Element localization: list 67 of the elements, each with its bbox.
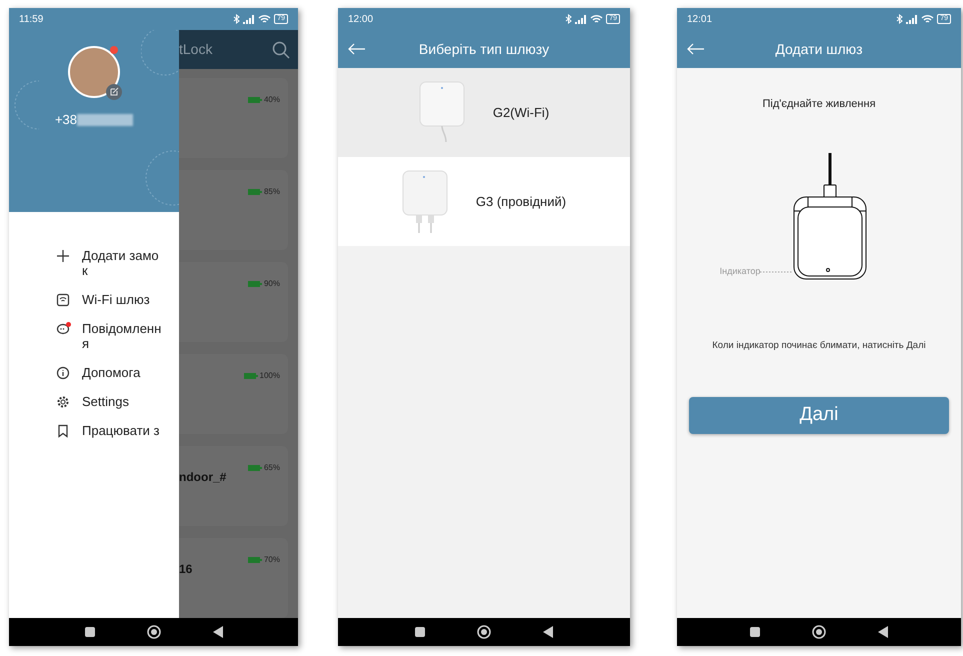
back-nav-icon[interactable] xyxy=(878,626,888,638)
lock-card[interactable]: ndoor_# 65% xyxy=(179,446,288,526)
menu-item[interactable]: Працювати з xyxy=(82,423,162,438)
redacted-block xyxy=(77,114,134,126)
battery-icon xyxy=(248,557,262,563)
bluetooth-icon xyxy=(565,14,572,24)
gateway-option[interactable]: G2(Wi-Fi) xyxy=(338,68,630,157)
gateway-device-drawing xyxy=(402,168,448,234)
back-nav-icon[interactable] xyxy=(212,626,222,638)
battery-percent: 100% xyxy=(260,370,280,382)
battery-percent: 40% xyxy=(264,94,280,106)
settings-icon xyxy=(56,395,70,409)
chat-bubble-icon xyxy=(56,322,70,336)
back-nav-icon[interactable] xyxy=(543,626,553,638)
app-title: tLock xyxy=(179,40,212,59)
square-nav-icon[interactable] xyxy=(750,627,760,637)
menu-item[interactable]: Додати замок xyxy=(82,248,162,278)
info-icon xyxy=(56,366,70,380)
circle-nav-icon[interactable] xyxy=(812,625,826,639)
lock-name: 16 xyxy=(179,561,192,578)
wifi-router-icon xyxy=(56,293,70,307)
square-nav-icon[interactable] xyxy=(84,627,94,637)
signal-icon xyxy=(575,14,588,24)
battery-percent: 90% xyxy=(264,278,280,290)
menu-item[interactable]: Допомога xyxy=(82,365,162,380)
status-time: 12:00 xyxy=(348,12,374,26)
instruction-text: Коли індикатор починає блимати, натисніть Далі xyxy=(712,338,926,352)
battery-percent: 70% xyxy=(264,554,280,566)
plus-icon xyxy=(56,249,70,263)
wifi-icon xyxy=(258,14,272,24)
edit-icon[interactable] xyxy=(106,84,122,100)
bluetooth-icon xyxy=(233,14,240,24)
square-nav-icon[interactable] xyxy=(415,627,425,637)
bookmark-icon xyxy=(56,424,70,438)
back-arrow-icon[interactable] xyxy=(348,43,366,55)
signal-icon xyxy=(906,14,918,24)
battery-icon xyxy=(248,189,262,195)
wifi-icon xyxy=(590,14,604,24)
battery-percent: 85% xyxy=(264,186,280,198)
battery-icon xyxy=(244,373,258,379)
status-time: 11:59 xyxy=(19,12,44,26)
bluetooth-icon xyxy=(896,14,904,24)
menu-item[interactable]: Settings xyxy=(82,394,162,409)
circle-nav-icon[interactable] xyxy=(477,625,491,639)
indicator-label: Індикатор xyxy=(720,265,760,278)
circle-nav-icon[interactable] xyxy=(146,625,160,639)
avatar-photo-placeholder[interactable] xyxy=(68,46,120,98)
back-arrow-icon[interactable] xyxy=(687,43,705,55)
lock-card[interactable]: 16 70% xyxy=(179,538,288,618)
lock-name: ndoor_# xyxy=(179,469,226,486)
battery-icon xyxy=(248,281,262,287)
battery-icon xyxy=(248,465,262,471)
screen-title: Виберіть тип шлюзу xyxy=(418,40,550,59)
next-button[interactable]: Далі xyxy=(689,396,949,434)
wifi-icon xyxy=(921,14,934,24)
leader-line xyxy=(760,270,792,274)
battery-icon xyxy=(248,97,262,103)
search-icon[interactable] xyxy=(272,40,290,58)
phone-number: +38 xyxy=(54,111,78,129)
status-time: 12:01 xyxy=(687,12,712,26)
gateway-option[interactable]: G3 (провідний) xyxy=(338,157,630,246)
menu-item[interactable]: Wi-Fi шлюз xyxy=(82,292,162,307)
step-title: Під'єднайте живлення xyxy=(762,97,876,112)
menu-item[interactable]: Повідомлення xyxy=(82,321,162,351)
screen-title: Додати шлюз xyxy=(774,40,864,59)
signal-icon xyxy=(243,14,256,24)
battery-percent: 65% xyxy=(264,462,280,474)
